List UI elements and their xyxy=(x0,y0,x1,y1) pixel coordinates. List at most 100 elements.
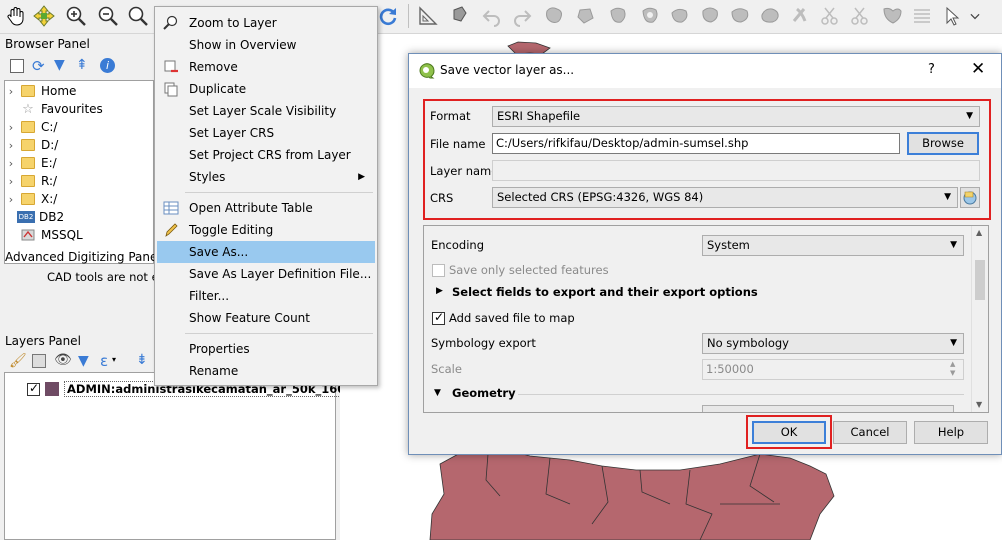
add-ring-icon[interactable] xyxy=(540,3,568,29)
chevron-right-icon[interactable]: › xyxy=(5,193,17,206)
add-group-icon[interactable] xyxy=(32,354,46,368)
menu-item-set-project-crs[interactable]: Set Project CRS from Layer xyxy=(157,144,375,166)
filter-icon[interactable]: ▼ xyxy=(54,57,65,73)
tree-item-favourites[interactable]: ☆ Favourites xyxy=(5,100,103,118)
cancel-button[interactable]: Cancel xyxy=(833,421,907,444)
zoom-actual-icon[interactable] xyxy=(124,3,152,29)
menu-item-properties[interactable]: Properties xyxy=(157,338,375,360)
offset-curve-icon[interactable] xyxy=(726,3,754,29)
tree-item-c[interactable]: › C:/ xyxy=(5,118,58,136)
menu-item-save-as-layer-definition[interactable]: Save As Layer Definition File... xyxy=(157,263,375,285)
spin-arrows-icon[interactable]: ▲ ▼ xyxy=(950,360,955,378)
scroll-down-icon[interactable]: ▼ xyxy=(976,400,982,409)
symbology-select[interactable]: No symbology ▼ xyxy=(702,333,964,354)
geometry-type-select[interactable] xyxy=(702,405,954,412)
tree-item-x[interactable]: › X:/ xyxy=(5,190,58,208)
layername-field[interactable] xyxy=(492,160,980,181)
menu-item-duplicate[interactable]: Duplicate xyxy=(157,78,375,100)
measure-icon[interactable] xyxy=(414,3,442,29)
browser-toolbar: ⟳ ▼ ⇞ i xyxy=(4,56,154,78)
menu-item-filter[interactable]: Filter... xyxy=(157,285,375,307)
menu-item-styles[interactable]: Styles ▶ xyxy=(157,166,375,188)
refresh-icon[interactable] xyxy=(374,3,402,29)
style-brush-icon[interactable]: 🖌 xyxy=(9,353,27,369)
dialog-titlebar[interactable]: Save vector layer as... ? ✕ xyxy=(409,54,1001,88)
encoding-select[interactable]: System ▼ xyxy=(702,235,964,256)
chevron-right-icon[interactable]: › xyxy=(5,175,17,188)
visibility-eye-icon[interactable]: 👁 xyxy=(54,352,72,368)
menu-item-open-attribute-table[interactable]: Open Attribute Table xyxy=(157,197,375,219)
attribute-list-icon[interactable] xyxy=(908,3,936,29)
options-scroll-area[interactable]: Encoding System ▼ Save only selected fea… xyxy=(423,225,989,413)
remove-icon xyxy=(164,60,178,73)
geometry-section[interactable]: Geometry xyxy=(452,386,516,400)
refresh-icon[interactable]: ⟳ xyxy=(32,57,45,75)
tree-item-e[interactable]: › E:/ xyxy=(5,154,57,172)
tree-item-home[interactable]: › Home xyxy=(5,82,77,100)
menu-item-set-layer-scale-visibility[interactable]: Set Layer Scale Visibility xyxy=(157,100,375,122)
digitize-icon[interactable] xyxy=(446,3,474,29)
chevron-right-icon[interactable]: › xyxy=(5,157,17,170)
collapse-all-icon[interactable]: ⇞ xyxy=(76,57,88,73)
expression-filter-icon[interactable]: ε xyxy=(100,352,108,370)
browse-button[interactable]: Browse xyxy=(907,132,979,155)
add-saved-checkbox[interactable]: ✓ xyxy=(432,310,445,325)
menu-item-save-as[interactable]: Save As... xyxy=(157,241,375,263)
delete-ring-icon[interactable] xyxy=(636,3,664,29)
filename-field[interactable]: C:/Users/rifkifau/Desktop/admin-sumsel.s… xyxy=(492,133,900,154)
merge-features-icon[interactable] xyxy=(878,3,906,29)
delete-part-icon[interactable] xyxy=(666,3,694,29)
toolbar-overflow-icon[interactable] xyxy=(966,3,984,29)
crs-select[interactable]: Selected CRS (EPSG:4326, WGS 84) ▼ xyxy=(492,187,958,208)
crs-selector-button[interactable] xyxy=(960,187,980,208)
zoom-in-icon[interactable] xyxy=(62,3,90,29)
select-fields-section[interactable]: Select fields to export and their export… xyxy=(452,285,758,299)
menu-item-set-layer-crs[interactable]: Set Layer CRS xyxy=(157,122,375,144)
expand-all-icon[interactable]: ⇟ xyxy=(136,352,148,368)
chevron-right-icon[interactable]: › xyxy=(5,121,17,134)
fill-ring-icon[interactable] xyxy=(604,3,632,29)
pan-to-selection-icon[interactable] xyxy=(30,3,58,29)
chevron-down-icon[interactable]: ▾ xyxy=(112,355,116,364)
save-only-selected-checkbox[interactable] xyxy=(432,264,445,277)
menu-item-show-in-overview[interactable]: Show in Overview xyxy=(157,34,375,56)
split-features-icon[interactable] xyxy=(816,3,844,29)
help-button[interactable]: Help xyxy=(914,421,988,444)
simplify-icon[interactable] xyxy=(756,3,784,29)
scroll-up-icon[interactable]: ▲ xyxy=(976,228,982,237)
menu-item-rename[interactable]: Rename xyxy=(157,360,375,382)
undo-icon[interactable] xyxy=(478,3,506,29)
info-icon[interactable]: i xyxy=(100,58,115,73)
add-part-icon[interactable] xyxy=(572,3,600,29)
zoom-out-icon[interactable] xyxy=(94,3,122,29)
tree-item-d[interactable]: › D:/ xyxy=(5,136,59,154)
expand-arrow-icon[interactable]: ▶ xyxy=(436,286,443,296)
tree-item-r[interactable]: › R:/ xyxy=(5,172,57,190)
tree-item-db2[interactable]: DB2 DB2 xyxy=(5,208,64,226)
layer-visibility-checkbox[interactable]: ✓ xyxy=(27,381,40,396)
menu-item-label: Rename xyxy=(189,364,239,378)
format-select[interactable]: ESRI Shapefile ▼ xyxy=(492,106,980,127)
scrollbar-thumb[interactable] xyxy=(975,260,985,300)
rotate-icon[interactable] xyxy=(786,3,814,29)
collapse-arrow-icon[interactable]: ▼ xyxy=(434,388,441,398)
ok-button[interactable]: OK xyxy=(752,421,826,444)
scale-field[interactable]: 1:50000 xyxy=(702,359,964,380)
reshape-icon[interactable] xyxy=(696,3,724,29)
pan-icon[interactable] xyxy=(2,3,30,29)
close-icon[interactable]: ✕ xyxy=(971,59,985,79)
filter-legend-icon[interactable]: ▼ xyxy=(78,353,89,369)
chevron-right-icon[interactable]: › xyxy=(5,85,17,98)
menu-item-toggle-editing[interactable]: Toggle Editing xyxy=(157,219,375,241)
menu-item-zoom-to-layer[interactable]: Zoom to Layer xyxy=(157,12,375,34)
split-parts-icon[interactable] xyxy=(846,3,874,29)
help-question-icon[interactable]: ? xyxy=(928,62,935,77)
chevron-right-icon[interactable]: › xyxy=(5,139,17,152)
tree-item-mssql[interactable]: MSSQL xyxy=(5,226,83,244)
menu-item-show-feature-count[interactable]: Show Feature Count xyxy=(157,307,375,329)
node-tool-icon[interactable] xyxy=(938,3,966,29)
redo-icon[interactable] xyxy=(508,3,536,29)
options-scrollbar[interactable]: ▲ ▼ xyxy=(971,226,988,412)
add-selected-icon[interactable] xyxy=(10,59,24,73)
menu-item-remove[interactable]: Remove xyxy=(157,56,375,78)
